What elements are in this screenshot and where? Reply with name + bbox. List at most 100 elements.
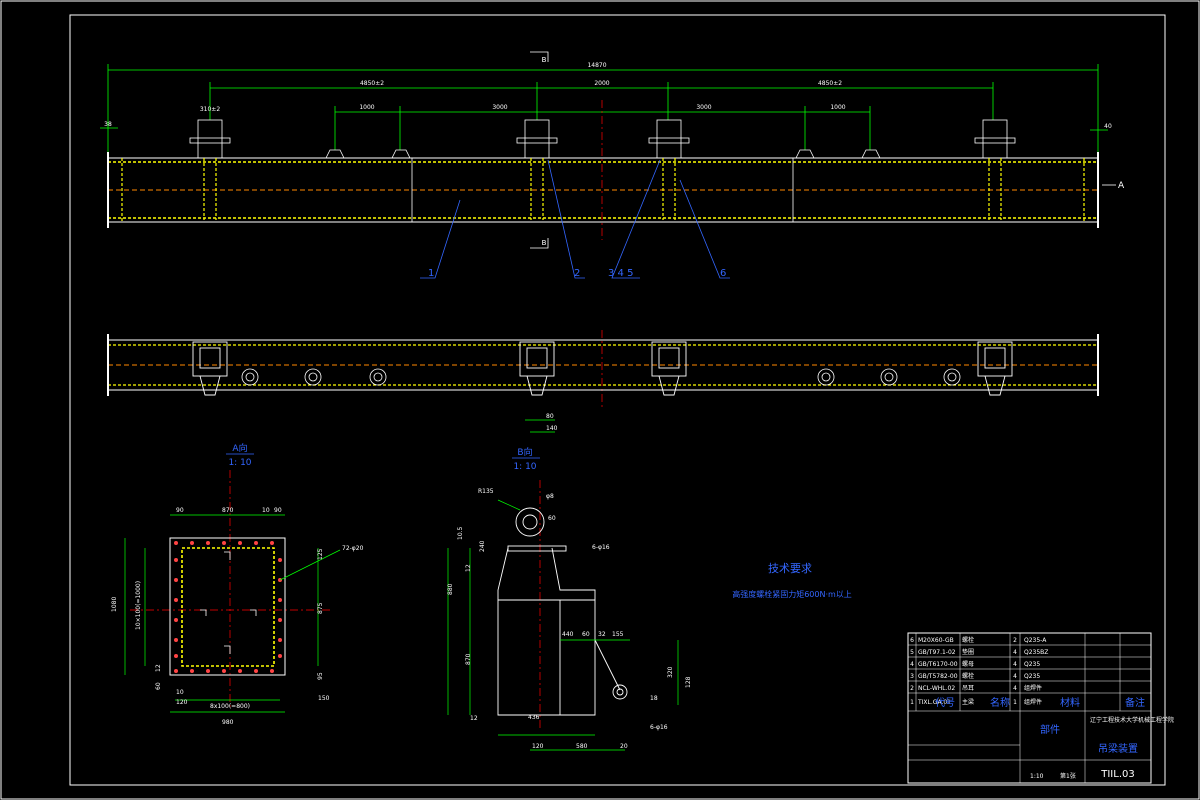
view-a-title: A向 [232,442,247,454]
top-dimensions [100,64,1108,160]
tb-row-1-code: GB/T97.1-02 [918,649,956,656]
tb-drawing-name: 吊梁装置 [1098,742,1138,755]
tb-row-1-mat: Q235BZ [1024,649,1048,656]
view-a: A向 1: 10 90 870 10 90 1080 10×100(=1000)… [111,442,364,726]
vb-weld-note-bot: 6-φ16 [650,724,668,731]
va-dim-7: 125 [317,548,324,560]
tech-req-title: 技术要求 [768,562,812,575]
va-dim-11: 12 [155,664,162,672]
tb-row-5-mat: 组焊件 [1024,698,1042,706]
tb-row-3-no: 3 [910,673,914,680]
tb-row-1-no: 5 [910,649,914,656]
vb-weld-note-top: 6-φ16 [592,544,610,551]
tb-row-5-no: 1 [910,699,914,706]
tb-hdr-mat: 材料 [1060,696,1080,709]
dim-2000: 2000 [594,80,609,87]
va-dim-10: 980 [222,719,234,726]
vb-dim-0: R135 [478,488,494,495]
va-dim-0: 90 [176,507,184,514]
va-dim-9: 8x100(=800) [210,703,250,710]
va-hole-note: 72-φ20 [342,545,364,552]
tb-row-4-mat: 组焊件 [1024,684,1042,692]
dim-4850-right: 4850±2 [818,80,842,87]
tb-row-2-code: GB/T6170-00 [918,661,958,668]
tb-row-2-qty: 4 [1013,661,1017,668]
dim-overall: 14870 [587,62,606,69]
tb-row-5-qty: 1 [1013,699,1017,706]
view-b-scale: 1: 10 [513,462,536,472]
tb-row-3-name: 螺栓 [962,672,974,680]
tb-row-0-no: 6 [910,637,914,644]
tb-row-0-code: M20X60-GB [918,637,954,644]
vb-dim-13: 128 [685,676,692,688]
vb-dim-17: 580 [576,743,588,750]
vb-dim-2: 60 [548,515,556,522]
main-beam-front [107,119,1099,228]
va-dim-5: 10×100(=1000) [135,581,142,630]
dim-140: 140 [546,425,558,432]
tb-row-0-mat: Q235-A [1024,637,1047,644]
balloon-1: 1 [428,268,434,279]
balloon-6: 6 [720,268,726,279]
vb-dim-16: 120 [532,743,544,750]
balloon-leaders [420,159,730,279]
section-b-bot: B [542,239,547,247]
tb-row-4-name: 吊耳 [962,685,974,692]
va-dim-14: 120 [176,699,188,706]
cad-drawing-sheet: 14870 4850±2 2000 4850±2 1000 3000 3000 … [0,0,1200,800]
tb-row-3-mat: Q235 [1024,673,1040,680]
outer-frame [0,0,1200,800]
tb-scale: 1:10 [1030,773,1044,780]
balloon-345: 3 4 5 [608,268,633,279]
tb-hdr-code: 代号 [935,697,955,709]
tb-row-2-name: 螺母 [962,660,974,668]
tech-req-text: 高强度螺栓紧固力矩600N·m以上 [732,589,852,599]
dim-80: 80 [546,413,554,420]
va-dim-8: 95 [317,672,324,680]
vb-dim-5: 12 [465,564,472,572]
vb-dim-15: 12 [470,715,478,722]
vb-dim-1: φ8 [546,493,554,500]
dim-left-end: 38 [104,121,112,128]
va-dim-6: 875 [317,602,324,614]
tb-sheet: 第1张 [1060,772,1076,780]
tb-row-2-mat: Q235 [1024,661,1040,668]
tb-row-4-code: NCL-WHL.02 [918,685,955,692]
dim-4850-left: 4850±2 [360,80,384,87]
view-a-scale: 1: 10 [228,458,251,468]
tb-company: 辽宁工程技术大学机械工程学院 [1090,716,1174,724]
tb-hdr-note: 备注 [1125,696,1145,709]
section-b-top: B [542,56,547,64]
va-dim-15: 150 [318,695,330,702]
dim-3000-right: 3000 [696,104,711,111]
va-dim-13: 10 [176,689,184,696]
vb-dim-10: 32 [598,631,606,638]
dim-1000-right: 1000 [830,104,845,111]
tb-row-0-qty: 2 [1013,637,1017,644]
top-dim-text: 14870 4850±2 2000 4850±2 1000 3000 3000 … [104,62,1112,130]
tb-row-1-qty: 4 [1013,649,1017,656]
view-a-holes [174,541,282,673]
tb-row-5-name: 主梁 [962,698,974,706]
va-dim-4: 1080 [111,597,118,612]
title-block: 6 M20X60-GB 螺栓 2 Q235-A 5 GB/T97.1-02 垫圈… [907,632,1174,784]
vb-dim-14: 436 [528,714,540,721]
balloon-labels: 1 2 3 4 5 6 [428,268,726,279]
balloon-2: 2 [574,268,580,279]
dim-3000-left: 3000 [492,104,507,111]
tb-hdr-name: 名称 [990,696,1010,709]
view-arrow-label: A [1118,181,1125,191]
dim-310: 310±2 [200,106,220,113]
tb-row-4-qty: 4 [1013,685,1017,692]
vb-dim-18: 20 [620,743,628,750]
vb-dim-9: 60 [582,631,590,638]
tb-part-label: 部件 [1040,723,1060,736]
tb-row-3-code: GB/T5782-00 [918,673,958,680]
drawing-border [69,14,1166,786]
vb-dim-4: 240 [479,540,486,552]
vb-dim-3: 10.5 [457,526,464,540]
va-dim-3: 90 [274,507,282,514]
va-dim-1: 870 [222,507,234,514]
tb-drawing-no: TIIL.03 [1100,769,1134,780]
dim-1000-left: 1000 [359,104,374,111]
